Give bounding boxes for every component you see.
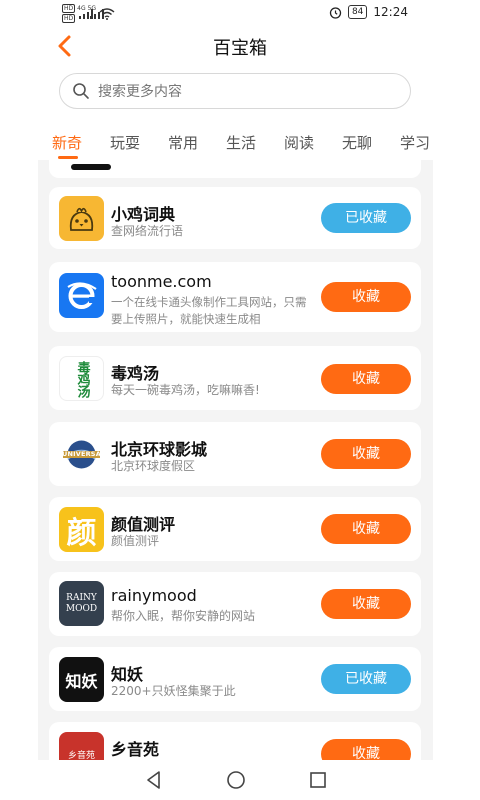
zhiyao-logo-text: 知妖 bbox=[65, 671, 98, 691]
dujitang-logo: 毒鸡汤 bbox=[59, 356, 104, 401]
ie-browser-icon bbox=[67, 282, 97, 309]
item-name: 毒鸡汤 bbox=[111, 364, 160, 383]
sim-indicators: HD HD bbox=[62, 4, 76, 23]
item-name: 乡音苑 bbox=[111, 740, 160, 759]
item-name: 颜值测评 bbox=[111, 515, 176, 534]
item-name: 小鸡词典 bbox=[111, 205, 176, 224]
search-input[interactable]: 搜索更多内容 bbox=[59, 73, 411, 109]
list-item[interactable]: RAINY MOOD rainymood 帮你入眠，帮你安静的网站 收藏 bbox=[49, 572, 421, 636]
wifi-icon bbox=[99, 7, 115, 20]
collect-button[interactable]: 收藏 bbox=[321, 282, 411, 312]
search-placeholder: 搜索更多内容 bbox=[98, 84, 182, 100]
item-desc: 帮你入眠，帮你安静的网站 bbox=[111, 609, 256, 623]
list-item[interactable]: UNIVERSAL 北京环球影城 北京环球度假区 收藏 bbox=[49, 422, 421, 486]
list-item-partial[interactable] bbox=[49, 160, 421, 178]
item-name: toonme.com bbox=[111, 272, 212, 291]
site-list: 小鸡词典 查网络流行语 已收藏 toonme.com 一个在线卡通头像制作工具网… bbox=[38, 160, 433, 760]
status-left: HD HD 4G 5G bbox=[62, 4, 115, 23]
list-item[interactable]: 颜 颜值测评 颜值测评 收藏 bbox=[49, 497, 421, 561]
collect-button[interactable]: 收藏 bbox=[321, 589, 411, 619]
zhiyao-logo: 知妖 bbox=[59, 657, 104, 702]
rainymood-logo: RAINY MOOD bbox=[59, 581, 104, 626]
item-desc: 2200+只妖怪集聚于此 bbox=[111, 684, 236, 698]
collect-button[interactable]: 收藏 bbox=[321, 439, 411, 469]
sim1-hd-badge: HD bbox=[62, 4, 76, 13]
tab-shenghuo[interactable]: 生活 bbox=[226, 128, 284, 164]
list-item[interactable]: 知妖 知妖 2200+只妖怪集聚于此 已收藏 bbox=[49, 647, 421, 711]
tab-changyong[interactable]: 常用 bbox=[168, 128, 226, 164]
status-bar: HD HD 4G 5G 84 12:24 bbox=[0, 0, 480, 26]
item-desc: 每天一碗毒鸡汤，吃嘛嘛香! bbox=[111, 383, 260, 397]
list-item[interactable]: 小鸡词典 查网络流行语 已收藏 bbox=[49, 187, 421, 249]
xiangyinyuan-logo-text: 乡音苑 bbox=[67, 751, 95, 760]
collected-button[interactable]: 已收藏 bbox=[321, 203, 411, 233]
collected-button[interactable]: 已收藏 bbox=[321, 664, 411, 694]
page-title: 百宝箱 bbox=[213, 38, 267, 59]
tab-wanshua[interactable]: 玩耍 bbox=[110, 128, 168, 164]
nav-home-icon[interactable] bbox=[224, 768, 248, 792]
list-item[interactable]: 毒鸡汤 毒鸡汤 每天一碗毒鸡汤，吃嘛嘛香! 收藏 bbox=[49, 346, 421, 410]
item-name: rainymood bbox=[111, 586, 197, 605]
list-item[interactable]: 乡音苑 乡音苑 收藏 bbox=[49, 722, 421, 760]
xiaoji-logo bbox=[59, 196, 104, 241]
yanzhi-logo-text: 颜 bbox=[66, 515, 97, 551]
item-name: 知妖 bbox=[111, 665, 144, 684]
xiangyinyuan-logo: 乡音苑 bbox=[59, 732, 104, 760]
toonme-logo bbox=[59, 273, 104, 318]
dujitang-logo-text: 毒鸡汤 bbox=[74, 360, 90, 397]
nav-back-icon[interactable] bbox=[142, 768, 166, 792]
chick-icon bbox=[69, 207, 94, 231]
tab-wuliao[interactable]: 无聊 bbox=[342, 128, 400, 164]
yanzhi-logo: 颜 bbox=[59, 507, 104, 552]
tab-xinqi[interactable]: 新奇 bbox=[52, 128, 110, 164]
system-nav-bar bbox=[0, 760, 480, 800]
collect-button[interactable]: 收藏 bbox=[321, 514, 411, 544]
nav-recents-icon[interactable] bbox=[306, 768, 330, 792]
rainymood-logo-text: RAINY MOOD bbox=[65, 592, 98, 614]
tab-yuedu[interactable]: 阅读 bbox=[284, 128, 342, 164]
alarm-icon bbox=[329, 6, 342, 19]
item-desc: 北京环球度假区 bbox=[111, 459, 196, 473]
network-5g-label: 5G bbox=[87, 5, 97, 12]
search-icon bbox=[73, 83, 89, 99]
status-time: 12:24 bbox=[373, 5, 408, 19]
item-desc: 颜值测评 bbox=[111, 534, 160, 548]
battery-indicator: 84 bbox=[347, 5, 368, 19]
category-tabs: 新奇 玩耍 常用 生活 阅读 无聊 学习 bbox=[52, 128, 480, 164]
app-header: 百宝箱 bbox=[0, 26, 480, 66]
collect-button[interactable]: 收藏 bbox=[321, 739, 411, 760]
universal-logo: UNIVERSAL bbox=[59, 432, 104, 477]
collect-button[interactable]: 收藏 bbox=[321, 364, 411, 394]
status-right: 84 12:24 bbox=[329, 5, 408, 19]
item-name: 北京环球影城 bbox=[111, 440, 208, 459]
list-item[interactable]: toonme.com 一个在线卡通头像制作工具网站，只需 要上传照片，就能快速生… bbox=[49, 262, 421, 332]
sim2-hd-badge: HD bbox=[62, 14, 76, 23]
item-desc: 查网络流行语 bbox=[111, 224, 184, 238]
tab-xuexi[interactable]: 学习 bbox=[400, 128, 458, 164]
partial-logo-edge bbox=[71, 164, 111, 170]
item-desc: 一个在线卡通头像制作工具网站，只需 要上传照片，就能快速生成相 bbox=[111, 295, 307, 326]
network-4g-label: 4G bbox=[77, 5, 86, 12]
universal-logo-text: UNIVERSAL bbox=[62, 450, 104, 458]
